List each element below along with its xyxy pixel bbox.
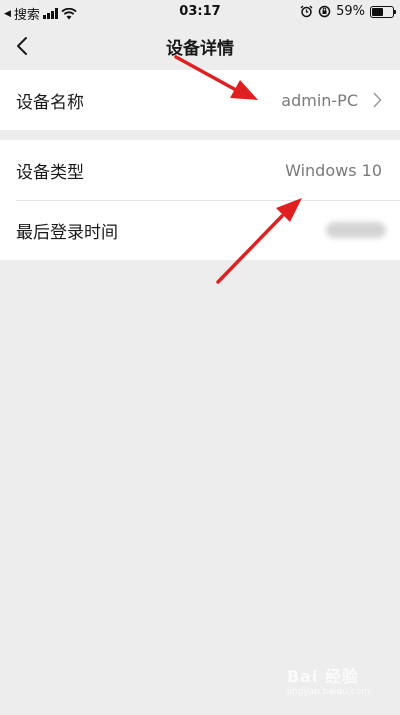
battery-icon: [370, 5, 396, 18]
watermark: Bai 经验 jingyan.baidu.com: [287, 663, 370, 697]
device-name-value: admin-PC: [281, 90, 358, 110]
battery-fill: [372, 7, 383, 16]
last-login-row: 最后登录时间: [0, 200, 400, 260]
last-login-label: 最后登录时间: [16, 222, 118, 243]
watermark-brand: Bai 经验: [286, 667, 359, 686]
row-divider: [16, 200, 400, 201]
device-type-value: Windows 10: [285, 160, 382, 180]
battery-percent: 59%: [336, 4, 365, 19]
status-bar: ◀ 搜索 03:17 59%: [0, 0, 400, 24]
device-type-label: 设备类型: [16, 162, 84, 183]
device-name-section: 设备名称 admin-PC: [0, 70, 400, 130]
device-type-row: 设备类型 Windows 10: [0, 140, 400, 200]
device-name-label: 设备名称: [16, 92, 84, 113]
alarm-clock-icon: [300, 5, 313, 18]
status-right: 59%: [300, 4, 396, 19]
page-title: 设备详情: [166, 39, 234, 59]
blurred-last-login-time: [326, 222, 386, 238]
device-info-section: 设备类型 Windows 10 最后登录时间: [0, 140, 400, 260]
chevron-right-icon: [373, 92, 382, 108]
nav-bar: 设备详情: [0, 24, 400, 70]
watermark-url: jingyan.baidu.com: [286, 687, 370, 697]
device-name-row[interactable]: 设备名称 admin-PC: [0, 70, 400, 130]
orientation-lock-icon: [318, 5, 331, 18]
